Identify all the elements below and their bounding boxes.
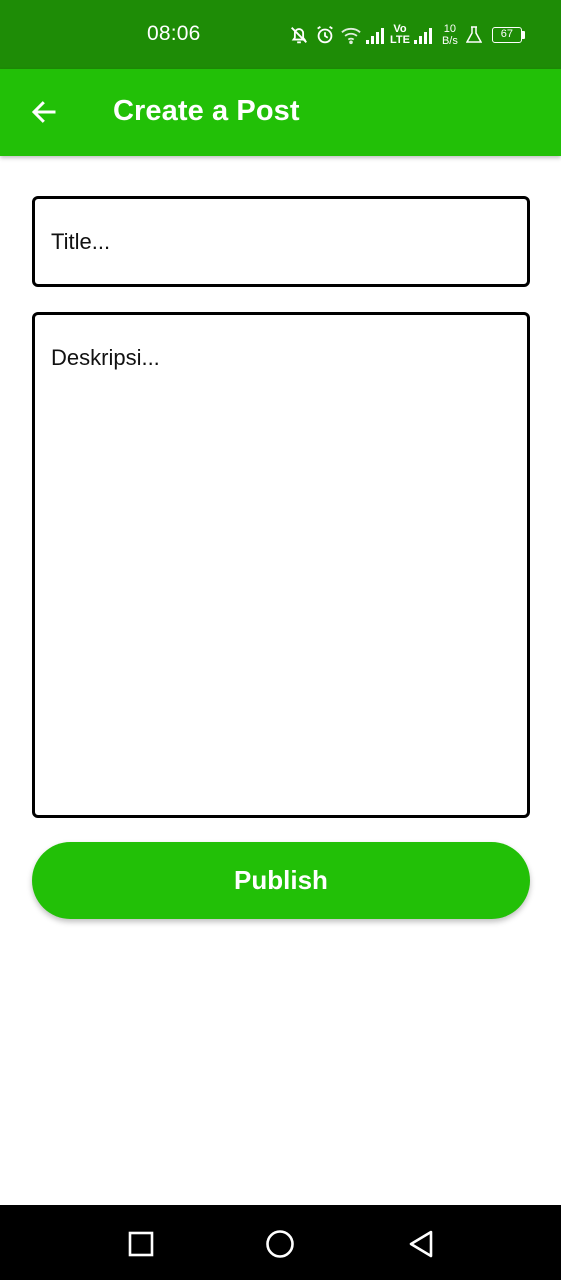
title-input[interactable]: [35, 199, 527, 284]
back-button[interactable]: [24, 92, 64, 132]
arrow-left-icon: [31, 101, 56, 123]
bell-off-icon: [288, 18, 310, 52]
publish-button[interactable]: Publish: [32, 842, 530, 919]
net-speed-value: 10: [443, 23, 457, 35]
app-bar: Create a Post: [0, 69, 561, 156]
status-bar: 08:06 Vo LTE 10 B/s 67: [0, 0, 561, 69]
home-button[interactable]: [265, 1229, 295, 1259]
title-field: [32, 196, 530, 287]
net-speed: 10 B/s: [442, 23, 458, 47]
status-time: 08:06: [147, 22, 201, 45]
home-icon: [266, 1230, 294, 1258]
description-input[interactable]: [35, 315, 527, 815]
back-icon: [409, 1230, 433, 1258]
nav-back-button[interactable]: [406, 1229, 436, 1259]
signal-icon: [413, 18, 434, 52]
page-title: Create a Post: [113, 95, 300, 127]
recent-apps-button[interactable]: [126, 1229, 156, 1259]
wifi-icon: [340, 18, 362, 52]
system-nav-bar: [0, 1205, 561, 1280]
volte-icon: Vo LTE: [390, 18, 410, 52]
battery-icon: 67: [491, 27, 525, 43]
lab-icon: [465, 18, 482, 52]
alarm-icon: [314, 18, 336, 52]
description-field: [32, 312, 530, 818]
volte-bottom: LTE: [390, 34, 410, 46]
battery-level: 67: [491, 27, 522, 43]
status-icons: Vo LTE 10 B/s 67: [288, 18, 525, 52]
net-speed-unit: B/s: [441, 35, 458, 47]
recent-apps-icon: [128, 1231, 154, 1257]
battery-tip: [521, 31, 525, 39]
signal-icon: [366, 18, 386, 52]
